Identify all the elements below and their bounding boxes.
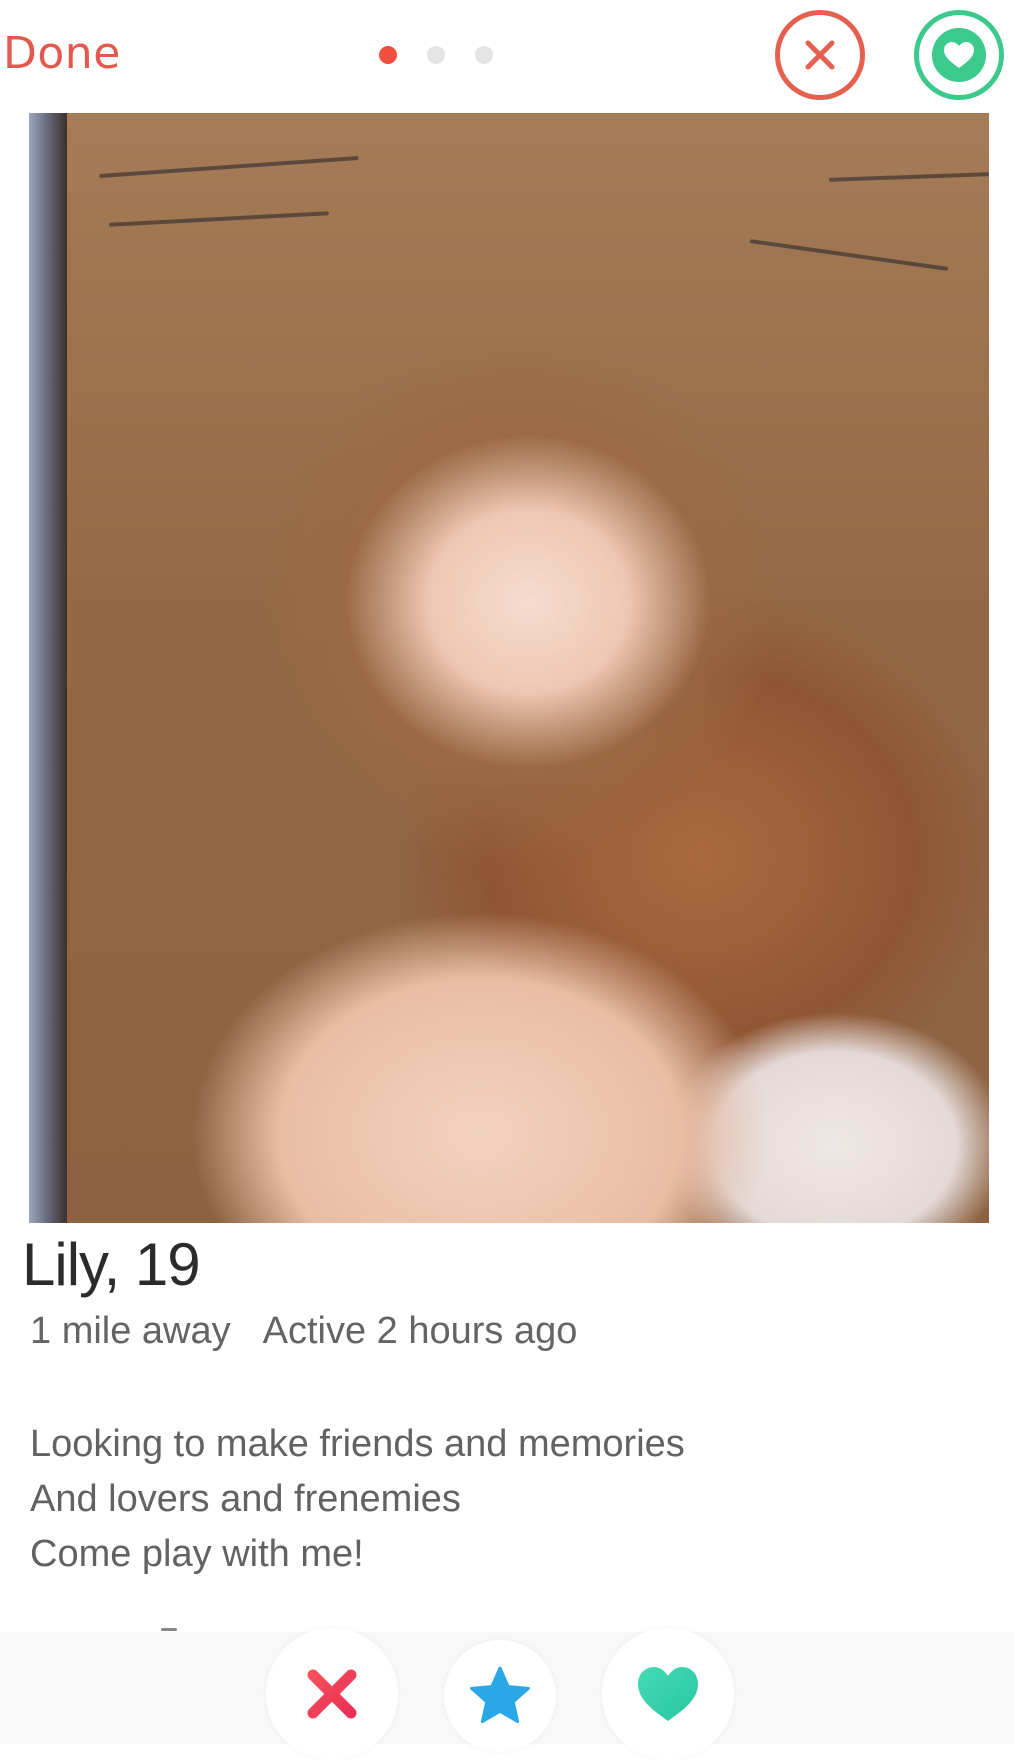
profile-bio: Looking to make friends and memories And… — [30, 1417, 685, 1582]
profile-photo[interactable] — [29, 113, 989, 1223]
distance-text: 1 mile away — [30, 1310, 231, 1352]
wood-grain — [99, 155, 359, 179]
page-dot-active — [379, 46, 397, 64]
profile-name-age: Lily, 19 — [22, 1231, 201, 1298]
dislike-button[interactable] — [775, 10, 865, 100]
wood-grain — [828, 172, 989, 182]
star-icon — [470, 1666, 530, 1724]
nope-button[interactable] — [266, 1628, 398, 1760]
like-button[interactable] — [914, 10, 1004, 100]
heart-icon — [932, 28, 986, 82]
x-icon — [307, 1669, 357, 1719]
photo-page-indicator — [379, 46, 493, 64]
page-dot — [427, 46, 445, 64]
bio-line: Looking to make friends and memories — [30, 1423, 685, 1465]
bio-line: And lovers and frenemies — [30, 1478, 461, 1520]
heart-icon — [638, 1667, 698, 1721]
scroll-indicator — [161, 1628, 177, 1631]
wood-grain — [749, 239, 949, 271]
wood-grain — [109, 211, 329, 227]
page-dot — [475, 46, 493, 64]
bio-line: Come play with me! — [30, 1533, 364, 1575]
super-like-button[interactable] — [444, 1640, 556, 1752]
profile-meta: 1 mile away Active 2 hours ago — [30, 1310, 577, 1353]
activity-text: Active 2 hours ago — [262, 1310, 578, 1352]
close-icon — [805, 40, 835, 70]
like-heart-button[interactable] — [602, 1628, 734, 1760]
door-frame-decor — [29, 113, 67, 1223]
done-button[interactable]: Done — [3, 28, 121, 79]
